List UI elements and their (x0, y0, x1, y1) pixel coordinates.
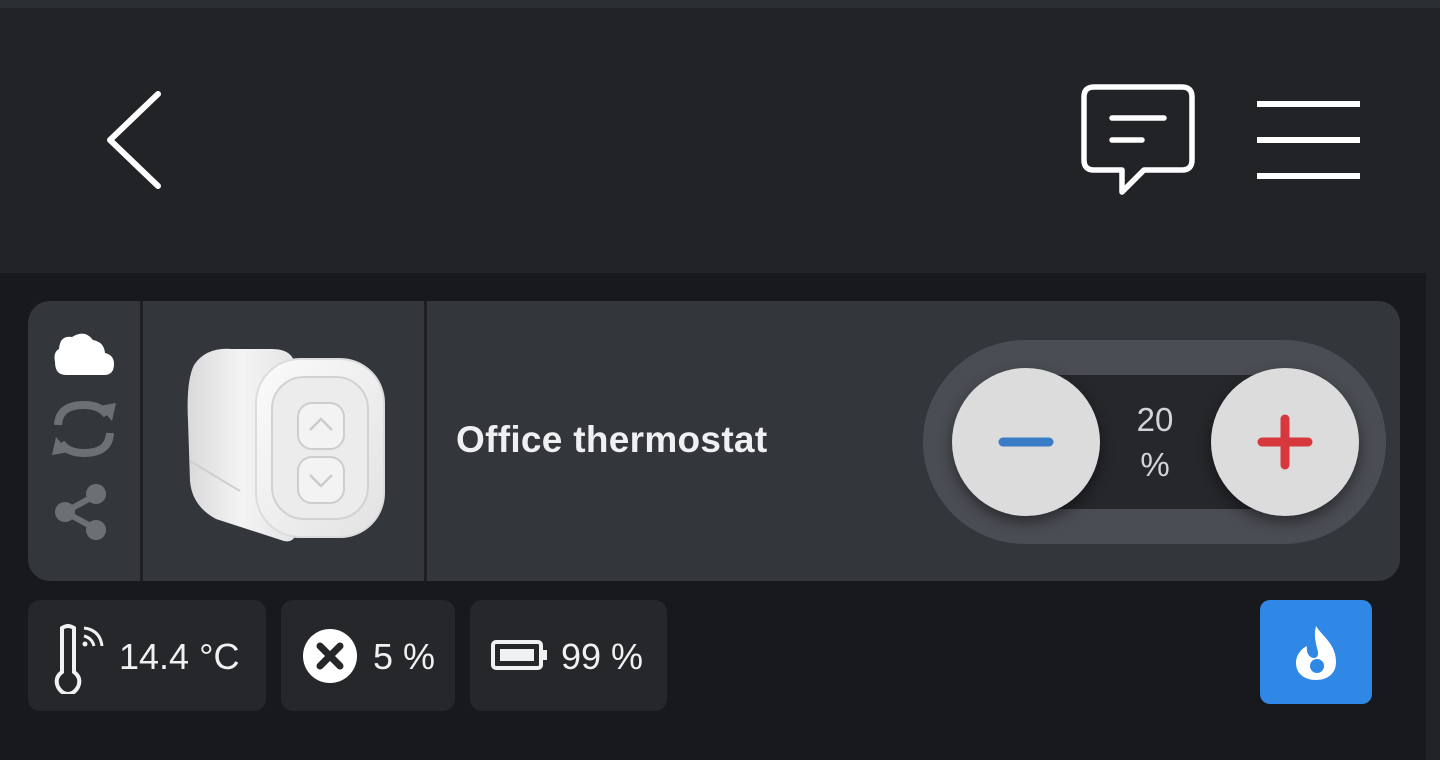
decrease-button[interactable] (952, 368, 1100, 516)
close-circle-icon (303, 629, 357, 683)
cloud-icon (54, 333, 114, 375)
temperature-reading: 14.4 °C (28, 600, 266, 711)
hamburger-menu-icon (1257, 101, 1360, 179)
setpoint-value: 20 (1136, 401, 1174, 438)
sync-icon (52, 400, 116, 458)
heating-mode-button[interactable] (1260, 600, 1372, 704)
battery-value: 99 % (561, 636, 644, 677)
card-divider (140, 301, 143, 581)
messages-button[interactable] (1076, 80, 1200, 200)
thermometer-wifi-icon (54, 624, 104, 694)
thermostat-device-image (144, 301, 424, 581)
card-divider (424, 301, 427, 581)
menu-button[interactable] (1254, 92, 1364, 188)
increase-button[interactable] (1211, 368, 1359, 516)
valve-reading: 5 % (281, 600, 455, 711)
device-name: Office thermostat (456, 419, 768, 460)
device-card[interactable]: Office thermostat 20 % (28, 301, 1400, 581)
scroll-edge (1426, 273, 1440, 760)
flame-icon (1296, 626, 1336, 680)
back-button[interactable] (90, 80, 180, 200)
battery-icon (491, 640, 547, 670)
chevron-left-icon (107, 91, 161, 189)
status-icons (28, 301, 140, 581)
setpoint-unit: % (1140, 446, 1170, 483)
window-top-strip (0, 0, 1440, 8)
temperature-value: 14.4 °C (119, 636, 240, 677)
message-icon (1081, 84, 1195, 195)
share-icon (55, 484, 106, 540)
app-header (0, 8, 1440, 273)
battery-reading: 99 % (470, 600, 667, 711)
minus-icon (998, 437, 1054, 447)
valve-value: 5 % (373, 636, 436, 677)
plus-icon (1257, 414, 1313, 470)
